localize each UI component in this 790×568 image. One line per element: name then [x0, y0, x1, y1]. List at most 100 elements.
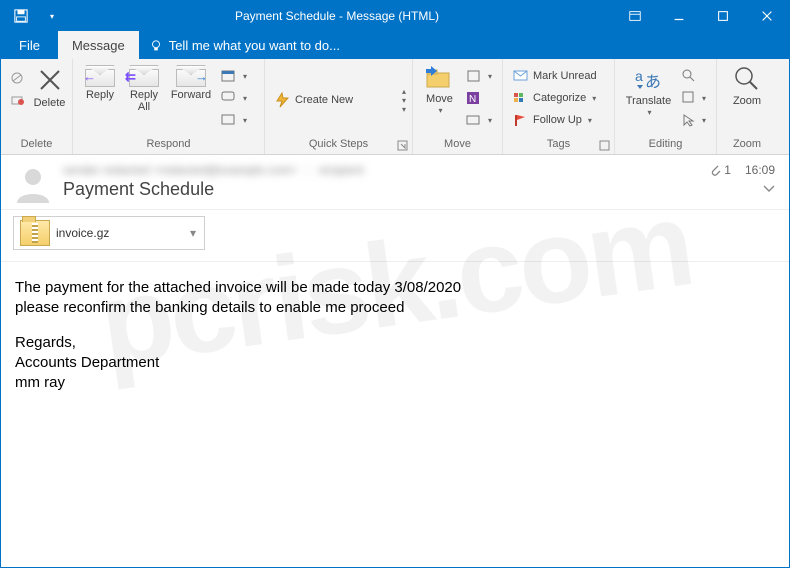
- categorize-icon: [513, 92, 529, 104]
- follow-up-button[interactable]: Follow Up▾: [509, 109, 608, 131]
- group-delete: Delete Delete: [1, 59, 73, 154]
- close-button[interactable]: [745, 1, 789, 31]
- window-icon: [628, 9, 642, 23]
- titlebar: ▾ Payment Schedule - Message (HTML): [1, 1, 789, 31]
- from-address: sender redacted <redacted@example.com>: [63, 163, 297, 177]
- forward-label: Forward: [171, 89, 211, 101]
- ignore-button[interactable]: [7, 67, 29, 89]
- meeting-button[interactable]: ▾: [217, 65, 251, 87]
- qs-more[interactable]: ▾: [402, 105, 406, 114]
- avatar-icon: [13, 163, 53, 203]
- svg-text:N: N: [469, 94, 476, 105]
- message-header: sender redacted <redacted@example.com> r…: [1, 155, 789, 210]
- received-time: 16:09: [745, 163, 775, 177]
- attachment-dropdown[interactable]: ▾: [182, 226, 204, 240]
- minimize-icon: [672, 9, 686, 23]
- delete-label: Delete: [34, 97, 66, 109]
- categorize-button[interactable]: Categorize▾: [509, 87, 608, 109]
- zoom-button[interactable]: Zoom: [723, 63, 771, 107]
- junk-button[interactable]: [7, 89, 29, 111]
- delete-icon: [37, 65, 63, 95]
- translate-label: Translate: [626, 95, 671, 107]
- actions-button[interactable]: ▾: [462, 109, 496, 131]
- related-button[interactable]: ▾: [678, 87, 710, 109]
- zoom-label: Zoom: [733, 95, 761, 107]
- attachment-indicator[interactable]: 1: [709, 163, 731, 177]
- flag-icon: [513, 114, 529, 126]
- delete-button[interactable]: Delete: [33, 63, 66, 109]
- to-address: recipient: [307, 163, 363, 177]
- tell-me-label: Tell me what you want to do...: [169, 38, 340, 53]
- rules-button[interactable]: ▾: [462, 65, 496, 87]
- reply-label: Reply: [86, 89, 114, 101]
- qat-dropdown[interactable]: ▾: [41, 1, 61, 31]
- tell-me-search[interactable]: Tell me what you want to do...: [139, 32, 350, 59]
- chat-icon: [221, 91, 237, 105]
- move-button[interactable]: Move▾: [419, 63, 460, 117]
- reply-all-label: Reply All: [123, 89, 165, 113]
- move-folder-icon: [424, 65, 454, 91]
- group-label-tags: Tags: [503, 136, 614, 154]
- more-respond-button[interactable]: ▾: [217, 109, 251, 131]
- svg-text:あ: あ: [645, 73, 661, 91]
- paperclip-icon: [709, 163, 721, 177]
- search-icon: [682, 69, 696, 83]
- expand-header-icon[interactable]: [763, 183, 775, 193]
- move-label: Move: [426, 93, 453, 105]
- ribbon-display-options[interactable]: [613, 1, 657, 31]
- group-editing: aあ Translate▾ ▾ ▾ Editing: [615, 59, 717, 154]
- ribbon: Delete Delete ← Reply ⇇ Reply All → Forw…: [1, 59, 789, 155]
- group-label-respond: Respond: [73, 136, 264, 154]
- group-label-zoom: Zoom: [717, 136, 777, 154]
- subject: Payment Schedule: [63, 179, 699, 200]
- onenote-button[interactable]: N: [462, 87, 496, 109]
- ignore-icon: [11, 72, 25, 84]
- body-line: please reconfirm the banking details to …: [15, 299, 404, 316]
- mark-unread-button[interactable]: Mark Unread: [509, 65, 608, 87]
- group-label-editing: Editing: [615, 136, 716, 154]
- group-label-quicksteps: Quick Steps: [265, 136, 412, 154]
- maximize-icon: [716, 9, 730, 23]
- actions-icon: [466, 113, 482, 127]
- forward-button[interactable]: → Forward: [167, 63, 215, 101]
- create-new-quickstep[interactable]: Create New: [271, 92, 357, 108]
- translate-button[interactable]: aあ Translate▾: [621, 63, 676, 119]
- maximize-button[interactable]: [701, 1, 745, 31]
- save-button[interactable]: [7, 1, 35, 31]
- dialog-launcher-icon[interactable]: [397, 140, 409, 152]
- im-button[interactable]: ▾: [217, 87, 251, 109]
- dialog-launcher-icon[interactable]: [599, 140, 611, 152]
- group-label-move: Move: [413, 136, 502, 154]
- tabbar: File Message Tell me what you want to do…: [1, 31, 789, 59]
- tab-message[interactable]: Message: [58, 31, 139, 59]
- group-zoom: Zoom Zoom: [717, 59, 777, 154]
- message-body: The payment for the attached invoice wil…: [1, 262, 789, 423]
- body-line: Regards,: [15, 334, 76, 351]
- find-button[interactable]: [678, 65, 710, 87]
- qs-up[interactable]: ▴: [402, 87, 406, 96]
- qs-down[interactable]: ▾: [402, 96, 406, 105]
- pointer-icon: [682, 113, 696, 127]
- group-tags: Mark Unread Categorize▾ Follow Up▾ Tags: [503, 59, 615, 154]
- group-quick-steps: Create New ▴ ▾ ▾ Quick Steps: [265, 59, 413, 154]
- window-title: Payment Schedule - Message (HTML): [61, 9, 613, 23]
- attachment-bar: invoice.gz ▾: [1, 210, 789, 262]
- more-icon: [221, 113, 237, 127]
- tab-file[interactable]: File: [1, 31, 58, 59]
- body-line: mm ray: [15, 374, 65, 391]
- body-line: Accounts Department: [15, 354, 159, 371]
- body-line: The payment for the attached invoice wil…: [15, 279, 461, 296]
- svg-text:a: a: [635, 68, 643, 84]
- attachment-item[interactable]: invoice.gz ▾: [13, 216, 205, 250]
- onenote-icon: N: [466, 91, 482, 105]
- minimize-button[interactable]: [657, 1, 701, 31]
- select-button[interactable]: ▾: [678, 109, 710, 131]
- reply-button[interactable]: ← Reply: [79, 63, 121, 101]
- meeting-icon: [221, 69, 237, 83]
- mail-closed-icon: [513, 70, 529, 82]
- group-move: Move▾ ▾ N ▾ Move: [413, 59, 503, 154]
- reply-all-button[interactable]: ⇇ Reply All: [123, 63, 165, 113]
- lightning-icon: [275, 92, 291, 108]
- save-icon: [14, 9, 28, 23]
- rules-icon: [466, 69, 482, 83]
